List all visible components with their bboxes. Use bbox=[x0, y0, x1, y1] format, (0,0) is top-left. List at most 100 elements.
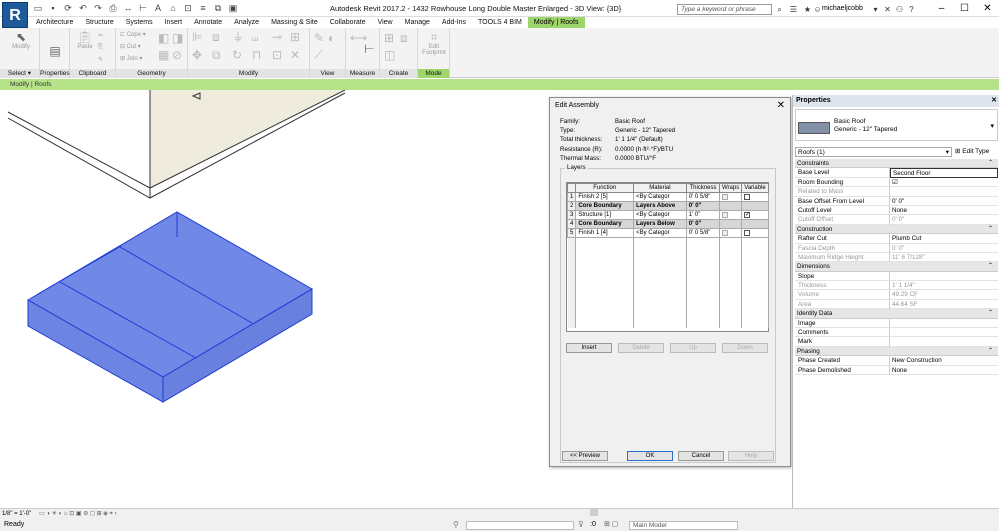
aligned-dimension-icon[interactable]: ⊢ bbox=[364, 42, 374, 56]
tab-manage[interactable]: Manage bbox=[399, 17, 436, 28]
property-value[interactable] bbox=[890, 328, 998, 338]
undo-icon[interactable]: ↶ bbox=[77, 3, 89, 14]
demolish-icon[interactable]: ⊘ bbox=[172, 48, 182, 62]
layer-row[interactable]: 3 Structure [1] <By Categor 1' 0" ✓ bbox=[566, 210, 769, 220]
mirror-axis-icon[interactable]: ⏚ bbox=[232, 30, 244, 44]
help-button[interactable]: Help bbox=[728, 451, 774, 461]
collapse-icon[interactable]: ⌃ bbox=[988, 262, 998, 270]
close-hidden-icon[interactable]: ⧉ bbox=[212, 3, 224, 14]
panel-label-select[interactable]: Select ▾ bbox=[0, 69, 39, 78]
view-scale[interactable]: 1/8" = 1'-0" bbox=[2, 511, 31, 517]
split-icon[interactable]: ⊸ bbox=[272, 30, 282, 44]
layer-material[interactable]: <By Categor bbox=[633, 192, 687, 202]
layer-variable[interactable] bbox=[741, 219, 769, 229]
chevron-down-icon[interactable]: ▾ bbox=[990, 122, 994, 130]
layer-material[interactable]: Layers Below bbox=[633, 219, 687, 229]
cut-clipboard-icon[interactable]: ✂ bbox=[98, 32, 103, 39]
rotate-icon[interactable]: ↻ bbox=[232, 48, 242, 62]
property-row[interactable]: Cutoff Level None bbox=[795, 205, 998, 216]
property-row[interactable]: Image bbox=[795, 318, 998, 329]
exchange-icon[interactable]: ✕ bbox=[882, 4, 893, 15]
worksets-icon[interactable]: ⚲ bbox=[453, 520, 459, 529]
category-phasing[interactable]: Phasing ⌃ bbox=[795, 346, 998, 357]
layer-wraps[interactable] bbox=[719, 219, 742, 229]
delete-icon[interactable]: ✕ bbox=[290, 48, 300, 62]
tab-structure[interactable]: Structure bbox=[79, 17, 119, 28]
wall-joins-icon[interactable]: ▦ bbox=[158, 48, 169, 62]
property-row[interactable]: Phase Created New Construction bbox=[795, 356, 998, 366]
match-icon[interactable]: ✎ bbox=[98, 56, 103, 63]
up-button[interactable]: Up bbox=[670, 343, 716, 353]
type-selector[interactable]: Basic Roof Generic - 12" Tapered ▾ bbox=[795, 109, 998, 141]
variable-checkbox[interactable] bbox=[744, 229, 750, 236]
array-icon[interactable]: ⊞ bbox=[290, 30, 300, 44]
down-button[interactable]: Down bbox=[722, 343, 768, 353]
insert-button[interactable]: Insert bbox=[566, 343, 612, 353]
join-button[interactable]: ⊞ Join ▾ bbox=[120, 55, 142, 62]
cut-button[interactable]: ⊟ Cut ▾ bbox=[120, 43, 141, 50]
edit-footprint-button[interactable]: ⌗ Edit Footprint bbox=[420, 30, 448, 56]
switch-windows-icon[interactable]: ▣ bbox=[227, 3, 239, 14]
category-identity-data[interactable]: Identity Data ⌃ bbox=[795, 309, 998, 319]
layer-function[interactable]: Structure [1] bbox=[575, 210, 635, 220]
category-constraints[interactable]: Constraints ⌃ bbox=[795, 159, 998, 169]
wraps-checkbox[interactable] bbox=[722, 229, 729, 236]
property-value[interactable]: None bbox=[890, 206, 998, 216]
tab-view[interactable]: View bbox=[372, 17, 399, 28]
property-row[interactable]: Mark bbox=[795, 337, 998, 347]
close-icon[interactable]: ✕ bbox=[777, 100, 785, 111]
variable-checkbox[interactable]: ✓ bbox=[744, 211, 750, 218]
design-option-selector[interactable]: Main Model bbox=[629, 521, 738, 530]
paste-button[interactable]: 📋︎ Paste bbox=[76, 30, 94, 50]
account-icon[interactable]: ⚇ bbox=[894, 4, 905, 15]
tab-modify-roofs[interactable]: Modify | Roofs bbox=[527, 17, 585, 28]
layer-material[interactable]: Layers Above bbox=[633, 201, 687, 211]
modify-button[interactable]: ⬉ Modify bbox=[6, 30, 36, 50]
align-icon[interactable]: ⊫ bbox=[192, 30, 202, 44]
category-construction[interactable]: Construction ⌃ bbox=[795, 224, 998, 235]
layer-thickness[interactable]: 0' 0" bbox=[685, 219, 721, 229]
close-icon[interactable]: ✕ bbox=[976, 0, 999, 17]
trim-icon[interactable]: ⊓ bbox=[252, 48, 261, 62]
layer-function[interactable]: Core Boundary bbox=[575, 219, 635, 229]
layer-row[interactable]: 1 Finish 2 [5] <By Categor 0' 0 5/8" bbox=[566, 192, 769, 202]
layer-row[interactable]: 2 Core Boundary Layers Above 0' 0" bbox=[566, 201, 769, 211]
layer-wraps[interactable] bbox=[719, 192, 742, 202]
category-dimensions[interactable]: Dimensions ⌃ bbox=[795, 262, 998, 272]
chevron-down-icon[interactable]: ▾ bbox=[870, 4, 881, 15]
variable-checkbox[interactable] bbox=[744, 193, 750, 200]
collapse-icon[interactable]: ⌃ bbox=[988, 309, 998, 317]
tab-annotate[interactable]: Annotate bbox=[188, 17, 228, 28]
property-row[interactable]: Slope bbox=[795, 271, 998, 282]
cancel-button[interactable]: Cancel bbox=[678, 451, 724, 461]
cope-button[interactable]: ⊏ Cope ▾ bbox=[120, 31, 146, 38]
tab-massing-site[interactable]: Massing & Site bbox=[265, 17, 324, 28]
print-icon[interactable]: ⎙ bbox=[107, 3, 119, 14]
layer-thickness[interactable]: 1' 0" bbox=[685, 210, 721, 220]
tab-tools-4-bim[interactable]: TOOLS 4 BIM bbox=[472, 17, 528, 28]
wraps-checkbox[interactable] bbox=[722, 211, 729, 218]
tab-add-ins[interactable]: Add-Ins bbox=[436, 17, 472, 28]
close-icon[interactable]: ✕ bbox=[991, 96, 997, 104]
scale-icon[interactable]: ⊡ bbox=[272, 48, 282, 62]
layer-thickness[interactable]: 0' 0 5/8" bbox=[685, 192, 721, 202]
paint-icon[interactable]: ◨ bbox=[172, 31, 183, 45]
filter-icon[interactable]: ⊽ bbox=[578, 520, 584, 529]
property-row[interactable]: Room Bounding ☑ bbox=[795, 177, 998, 188]
preview-button[interactable]: << Preview bbox=[562, 451, 608, 461]
property-row[interactable]: Base Offset From Level 0' 0" bbox=[795, 196, 998, 206]
property-row[interactable]: Comments bbox=[795, 328, 998, 338]
layer-variable[interactable] bbox=[741, 228, 769, 238]
tag-icon[interactable]: A bbox=[152, 3, 164, 14]
property-value[interactable]: New Construction bbox=[890, 356, 998, 366]
linework-icon[interactable]: ⟋ bbox=[314, 48, 322, 62]
property-value[interactable]: ☑ bbox=[890, 178, 998, 188]
tab-insert[interactable]: Insert bbox=[159, 17, 189, 28]
create-similar-icon[interactable]: ◫ bbox=[384, 48, 395, 62]
layer-row[interactable]: 4 Core Boundary Layers Below 0' 0" bbox=[566, 219, 769, 229]
search-icon[interactable]: ⌕ bbox=[774, 4, 785, 15]
maximize-icon[interactable]: ☐ bbox=[953, 0, 976, 17]
tab-systems[interactable]: Systems bbox=[120, 17, 159, 28]
layer-variable[interactable] bbox=[741, 192, 769, 202]
open-icon[interactable]: ▭ bbox=[32, 3, 44, 14]
